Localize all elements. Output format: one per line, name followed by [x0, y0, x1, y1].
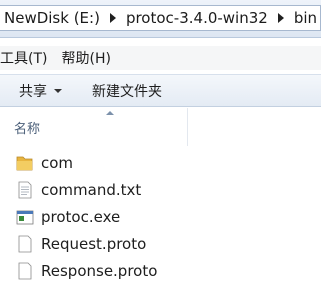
exe-icon: [16, 210, 34, 225]
toolbar: 共享 新建文件夹: [0, 74, 321, 107]
breadcrumb-drive[interactable]: NewDisk (E:): [0, 9, 104, 27]
menu-help[interactable]: 帮助(H): [61, 48, 118, 68]
share-button[interactable]: 共享: [11, 75, 70, 106]
sort-ascending-icon: [106, 111, 114, 115]
breadcrumb-separator-icon[interactable]: [277, 13, 284, 23]
list-item[interactable]: com: [0, 150, 321, 177]
column-divider[interactable]: [187, 108, 188, 146]
file-name: protoc.exe: [41, 208, 121, 226]
address-bar[interactable]: NewDisk (E:) protoc-3.4.0-win32 bin: [0, 0, 321, 38]
file-icon: [18, 262, 32, 280]
column-name-header[interactable]: 名称: [14, 118, 40, 137]
list-item[interactable]: command.txt: [0, 177, 321, 204]
list-item[interactable]: Request.proto: [0, 231, 321, 258]
breadcrumb-separator-icon[interactable]: [109, 13, 116, 23]
file-name: Request.proto: [41, 235, 147, 253]
folder-icon: [16, 156, 33, 171]
file-name: command.txt: [41, 181, 142, 199]
text-file-icon: [18, 181, 32, 199]
file-name: com: [41, 154, 74, 172]
menu-tools[interactable]: 工具(T): [0, 48, 55, 68]
file-icon: [18, 235, 32, 253]
file-list: com command.txt protoc.exe Request.proto…: [0, 150, 321, 285]
file-name: Response.proto: [41, 262, 158, 280]
share-label: 共享: [19, 83, 47, 100]
list-item[interactable]: protoc.exe: [0, 204, 321, 231]
breadcrumb-folder-protoc[interactable]: protoc-3.4.0-win32: [122, 9, 272, 27]
chevron-down-icon: [54, 88, 62, 93]
breadcrumb-folder-bin[interactable]: bin: [290, 9, 320, 27]
list-item[interactable]: Response.proto: [0, 258, 321, 285]
menu-bar: 工具(T) 帮助(H): [0, 46, 321, 70]
column-header: 名称: [0, 108, 321, 146]
new-folder-label: 新建文件夹: [92, 83, 162, 100]
new-folder-button[interactable]: 新建文件夹: [84, 75, 170, 106]
breadcrumb[interactable]: NewDisk (E:) protoc-3.4.0-win32 bin: [0, 5, 321, 31]
